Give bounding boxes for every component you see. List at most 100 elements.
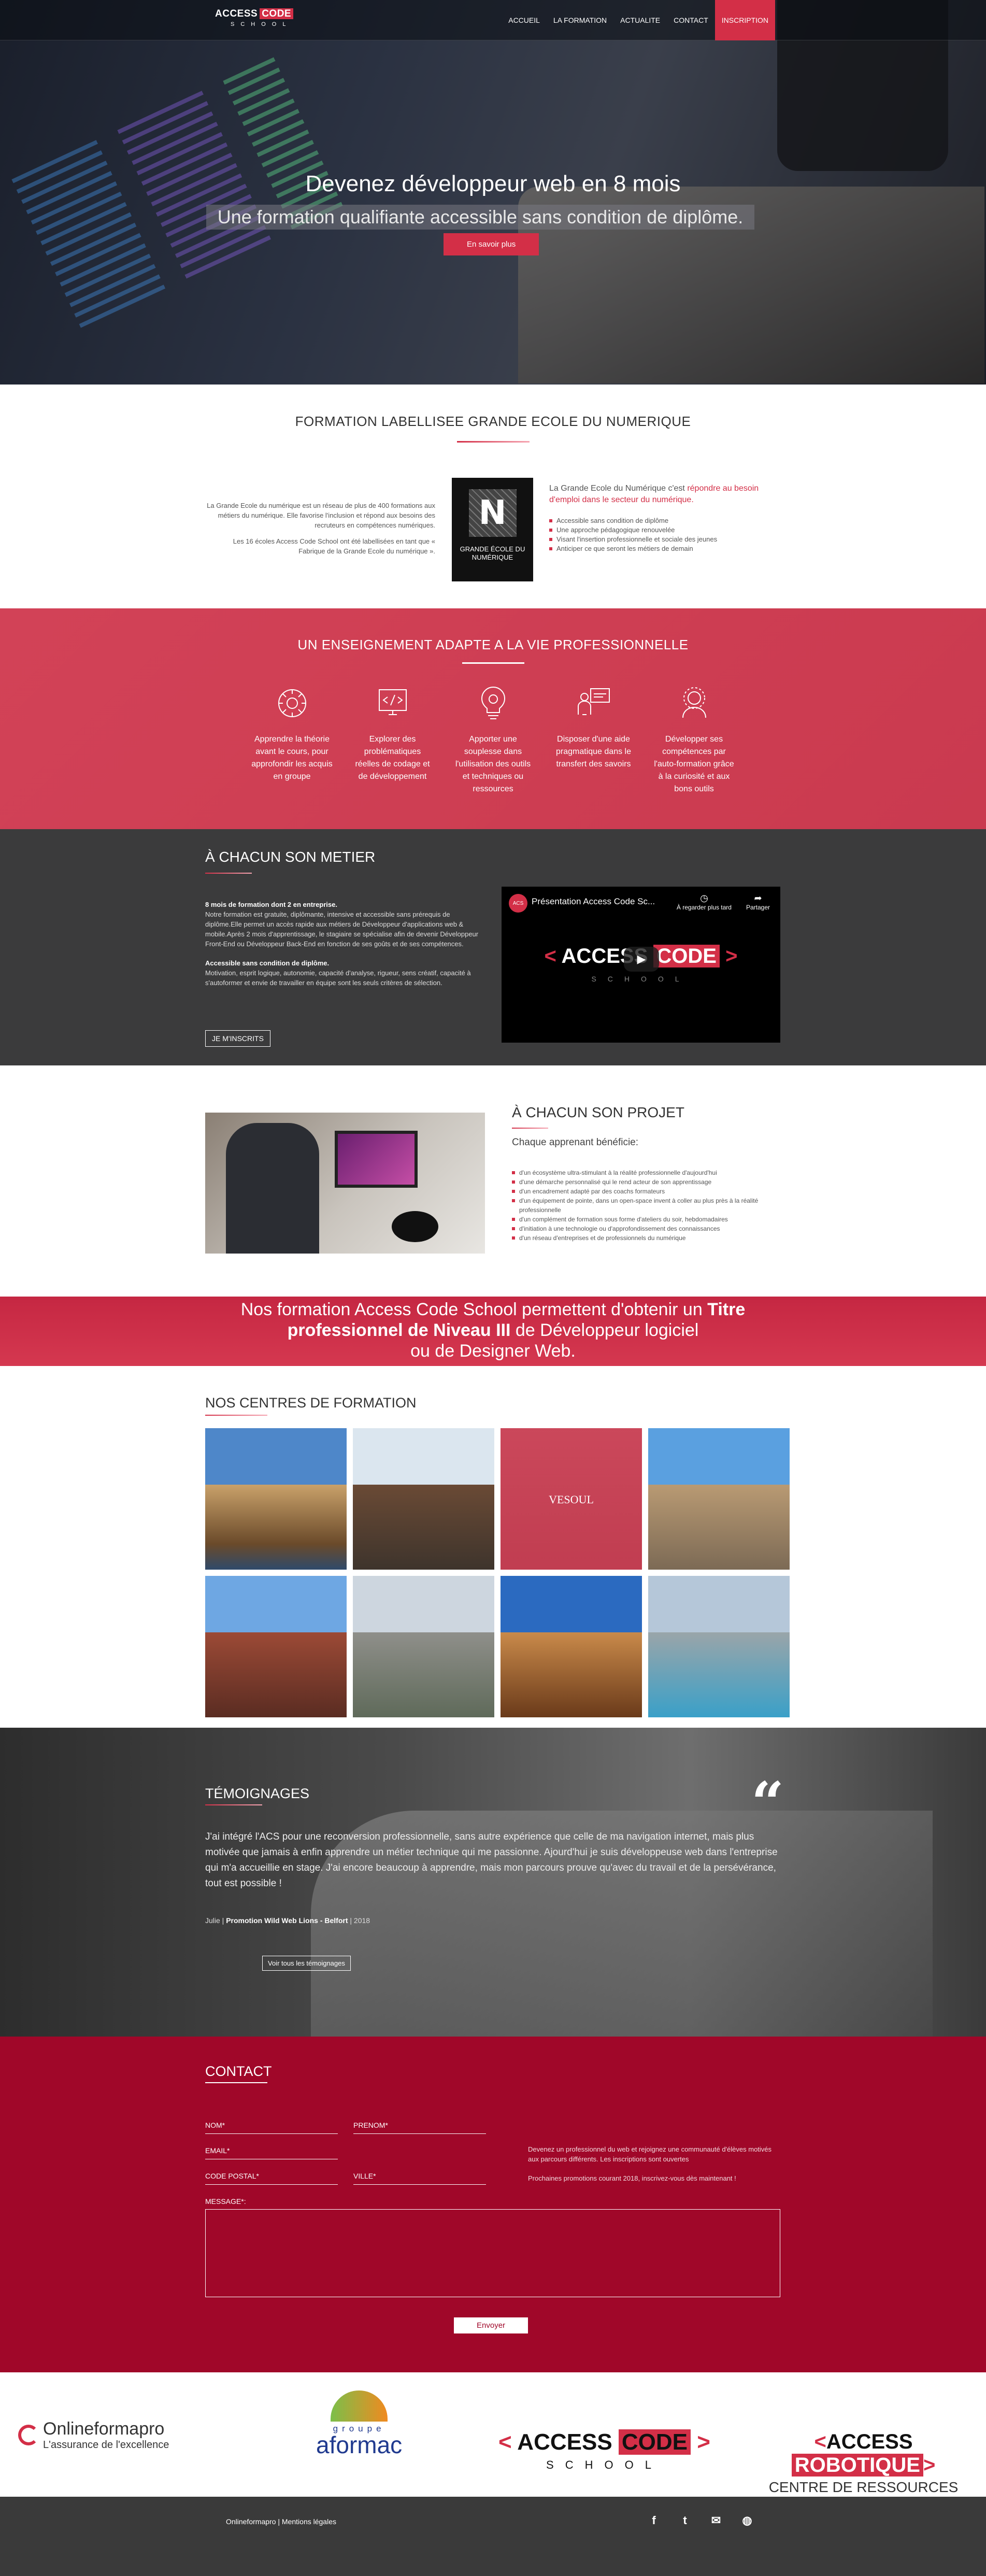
twitter-icon[interactable]: t (677, 2512, 693, 2529)
titre-line2: de Développeur logiciel (510, 1320, 699, 1340)
aformac-logo[interactable]: groupe aformac (316, 2390, 402, 2457)
student-photo (205, 1113, 485, 1254)
pro-item: Explorer des problématiques réelles de c… (351, 682, 434, 795)
access-robotique-logo[interactable]: <ACCESS ROBOTIQUE > CENTRE DE RESSOURCES (741, 2430, 986, 2496)
main-menu: ACCUEIL LA FORMATION ACTUALITE CONTACT I… (502, 0, 775, 40)
pro-item-text: Apporter une souplesse dans l'utilisatio… (455, 735, 531, 793)
all-testimonials-button[interactable]: Voir tous les témoignages (262, 1956, 351, 1971)
message-textarea[interactable] (205, 2209, 780, 2297)
title-underline (512, 1128, 548, 1129)
footer-links: Onlineformapro | Mentions légales (226, 2517, 336, 2526)
footer-link-mentions[interactable]: Mentions légales (282, 2517, 336, 2526)
label-left-p2: Les 16 écoles Access Code School ont été… (233, 537, 435, 555)
brain-gear-icon (271, 682, 313, 724)
temoignages-title: TÉMOIGNAGES (205, 1786, 310, 1801)
code-postal-field[interactable]: CODE POSTAL* (205, 2170, 338, 2185)
contact-side-text: Devenez un professionnel du web et rejoi… (528, 2144, 777, 2193)
send-button[interactable]: Envoyer (454, 2317, 528, 2333)
list-item: Une approche pédagogique renouvelée (549, 525, 767, 535)
contact-section: CONTACT NOM* PRENOM* EMAIL* CODE POSTAL*… (0, 2037, 986, 2372)
list-item: Accessible sans condition de diplôme (549, 516, 767, 525)
footer-link-onlineformapro[interactable]: Onlineformapro (226, 2517, 276, 2526)
titre-line1-bold: Titre (707, 1300, 746, 1319)
centres-title: NOS CENTRES DE FORMATION (205, 1395, 417, 1411)
testimonial-quote: J'ai intégré l'ACS pour une reconversion… (205, 1831, 778, 1889)
access-code-school-logo[interactable]: < ACCESS CODE > SCHOOL (498, 2429, 710, 2472)
clock-icon: ◷ (700, 893, 708, 903)
person-gear-icon (674, 682, 715, 724)
pro-item: Développer ses compétences par l'auto-fo… (653, 682, 736, 795)
hero-banner: Devenez développeur web en 8 mois Une fo… (0, 0, 986, 385)
footer: Onlineformapro | Mentions légales f t ✉ … (0, 2497, 986, 2576)
list-item: d'une démarche personnalisé qui le rend … (512, 1177, 781, 1187)
menu-inscription[interactable]: INSCRIPTION (715, 0, 775, 40)
nom-field[interactable]: NOM* (205, 2119, 338, 2134)
lightbulb-gear-icon (473, 682, 514, 724)
hero-title: Devenez développeur web en 8 mois (305, 171, 681, 196)
metier-text: 8 mois de formation dont 2 en entreprise… (205, 900, 485, 997)
metier-p1-bold: 8 mois de formation dont 2 en entreprise… (205, 901, 337, 908)
inscription-button[interactable]: JE M'INSCRITS (205, 1030, 270, 1047)
projet-lead: Chaque apprenant bénéficie: (512, 1137, 639, 1148)
metier-section: À CHACUN SON METIER 8 mois de formation … (0, 829, 986, 1065)
menu-contact[interactable]: CONTACT (667, 0, 715, 40)
centre-tile[interactable] (205, 1428, 347, 1570)
mail-icon[interactable]: ✉ (708, 2512, 724, 2529)
partners-section: Onlineformapro L'assurance de l'excellenc… (0, 2372, 986, 2497)
play-icon[interactable]: ▶ (624, 947, 659, 972)
prenom-field[interactable]: PRENOM* (353, 2119, 486, 2134)
youtube-video-player[interactable]: ACS Présentation Access Code Sc... ◷ À re… (502, 887, 780, 1043)
title-underline (205, 873, 252, 874)
title-underline (205, 1804, 262, 1805)
site-logo[interactable]: ACCESS CODE SCHOOL (215, 8, 294, 27)
ville-field[interactable]: VILLE* (353, 2170, 486, 2185)
centre-tile-vesoul[interactable]: VESOUL (501, 1428, 642, 1570)
share-button[interactable]: ➦ Partager (746, 893, 770, 911)
social-links: f t ✉ ◍ (646, 2512, 755, 2529)
centre-tile[interactable] (353, 1428, 494, 1570)
label-left-text: La Grande Ecole du numérique est un rése… (205, 501, 435, 562)
centre-tile[interactable] (501, 1576, 642, 1717)
list-item: d'initiation à une technologie ou d'appr… (512, 1224, 781, 1233)
menu-actualite[interactable]: ACTUALITE (613, 0, 667, 40)
gen-logo-text: GRANDE ÉCOLE DU NUMÉRIQUE (460, 545, 525, 561)
list-item: Visant l'insertion professionnelle et so… (549, 535, 767, 544)
pro-section: UN ENSEIGNEMENT ADAPTE A LA VIE PROFESSI… (0, 608, 986, 829)
centre-tile[interactable] (353, 1576, 494, 1717)
pro-item-text: Explorer des problématiques réelles de c… (355, 735, 430, 781)
centres-section: NOS CENTRES DE FORMATION VESOUL (0, 1366, 986, 1728)
list-item: d'un encadrement adapté par des coachs f… (512, 1187, 781, 1196)
centre-tile[interactable] (648, 1428, 790, 1570)
pro-item: Apporter une souplesse dans l'utilisatio… (452, 682, 535, 795)
menu-la-formation[interactable]: LA FORMATION (547, 0, 613, 40)
menu-accueil[interactable]: ACCUEIL (502, 0, 547, 40)
centre-tile[interactable] (648, 1576, 790, 1717)
top-navbar: ACCESS CODE SCHOOL ACCUEIL LA FORMATION A… (0, 0, 986, 40)
titre-line2-bold: professionnel de Niveau III (287, 1320, 511, 1340)
onlineformapro-logo[interactable]: Onlineformapro L'assurance de l'excellenc… (18, 2419, 169, 2451)
pro-item: Disposer d'une aide pragmatique dans le … (552, 682, 635, 795)
globe-icon[interactable]: ◍ (739, 2512, 755, 2529)
metier-p1: Notre formation est gratuite, diplômante… (205, 910, 479, 948)
list-item: d'un complément de formation sous forme … (512, 1215, 781, 1224)
facebook-icon[interactable]: f (646, 2512, 662, 2529)
contact-title: CONTACT (205, 2063, 272, 2079)
label-right-lead: La Grande Ecole du Numérique c'est (549, 484, 688, 493)
contact-side-p1: Devenez un professionnel du web et rejoi… (528, 2145, 772, 2163)
grande-ecole-logo: N GRANDE ÉCOLE DU NUMÉRIQUE (452, 478, 533, 581)
logo-code-text: CODE (260, 8, 294, 19)
channel-avatar[interactable]: ACS (509, 894, 527, 913)
titre-line1: Nos formation Access Code School permett… (240, 1300, 708, 1319)
projet-section: À CHACUN SON PROJET Chaque apprenant bén… (0, 1065, 986, 1297)
pro-item: Apprendre la théorie avant le cours, pou… (251, 682, 334, 795)
list-item: Anticiper ce que seront les métiers de d… (549, 544, 767, 553)
video-logo-school: SCHOOL (591, 975, 691, 983)
email-field[interactable]: EMAIL* (205, 2145, 338, 2159)
centre-tile[interactable] (205, 1576, 347, 1717)
title-underline (456, 441, 530, 443)
quote-icon: “ (751, 1769, 784, 1836)
learn-more-button[interactable]: En savoir plus (444, 233, 539, 255)
watch-later-button[interactable]: ◷ À regarder plus tard (677, 893, 732, 911)
title-underline (205, 2082, 267, 2083)
video-title[interactable]: Présentation Access Code Sc... (532, 896, 655, 907)
